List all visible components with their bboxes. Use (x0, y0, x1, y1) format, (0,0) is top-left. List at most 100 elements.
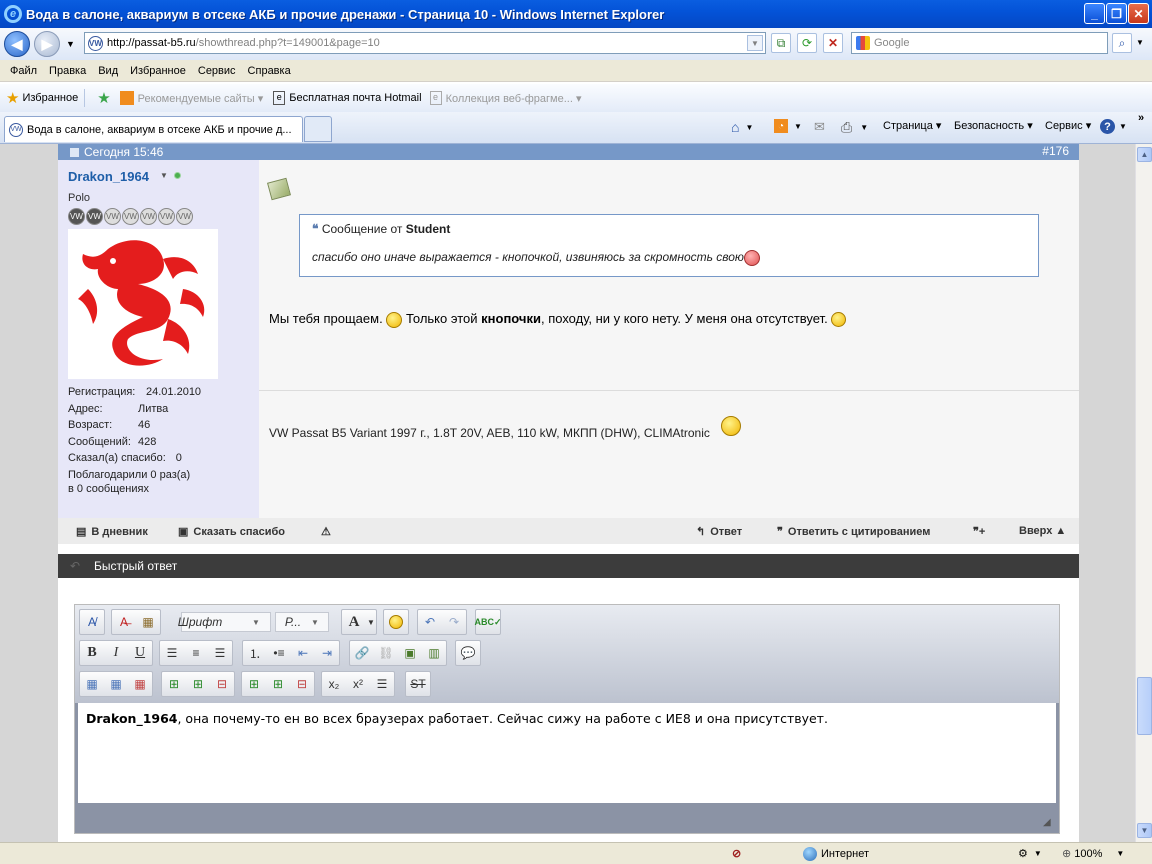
home-button[interactable]: ⌂ ▼ (731, 119, 753, 135)
help-icon: ? (1100, 119, 1115, 134)
clear-format-icon[interactable]: A̶ (112, 611, 136, 633)
search-input[interactable]: Google (851, 32, 1108, 54)
tab-active[interactable]: VW Вода в салоне, аквариум в отсеке АКБ … (4, 116, 303, 142)
vertical-scrollbar[interactable]: ▲ ▼ (1135, 144, 1152, 842)
insert-video-icon[interactable]: ▥ (422, 642, 446, 664)
insert-column-after-icon[interactable]: ⊞ (266, 673, 290, 695)
protected-mode-icon[interactable]: ⚙ ▼ (1018, 847, 1042, 860)
chevron-down-icon[interactable]: ▼ (366, 611, 376, 633)
scroll-thumb[interactable] (1137, 677, 1152, 735)
page-menu[interactable]: Страница ▾ (883, 119, 941, 132)
maximize-button[interactable]: ❐ (1106, 3, 1127, 24)
compatibility-view-icon[interactable]: ⧉ (771, 33, 791, 53)
webslice-gallery-link[interactable]: e Коллекция веб-фрагме... ▾ (429, 91, 581, 105)
feeds-button[interactable]: ◔ ▼ (774, 119, 802, 133)
forward-button[interactable]: ▶ (34, 31, 60, 57)
say-thanks-button[interactable]: ▣ Сказать спасибо (178, 525, 285, 539)
post-number-link[interactable]: #176 (1042, 144, 1069, 158)
zoom-control[interactable]: ⊕ 100% ▼ (1062, 847, 1124, 861)
favorites-button[interactable]: ★ Избранное (6, 89, 78, 107)
hotmail-link[interactable]: e Бесплатная почта Hotmail (273, 91, 422, 105)
recent-pages-dropdown-icon[interactable]: ▼ (66, 39, 75, 49)
bold-icon[interactable]: B (80, 642, 104, 664)
reply-with-quote-button[interactable]: ❞ Ответить с цитированием (777, 525, 930, 539)
ordered-list-icon[interactable]: ⒈ (243, 642, 267, 664)
insert-quote-icon[interactable]: 💬 (456, 642, 480, 664)
scroll-down-icon[interactable]: ▼ (1137, 823, 1152, 838)
address-dropdown-icon[interactable]: ▼ (747, 35, 763, 51)
search-go-icon[interactable]: ⌕ (1112, 33, 1132, 53)
delete-row-icon[interactable]: ⊟ (210, 673, 234, 695)
user-menu-dropdown-icon[interactable]: ▼ (160, 171, 168, 180)
insert-link-icon[interactable]: 🔗 (350, 642, 374, 664)
spellcheck-icon[interactable]: ABC✓ (474, 611, 501, 633)
align-center-icon[interactable]: ≡ (184, 642, 208, 664)
menu-edit[interactable]: Правка (43, 65, 92, 77)
unordered-list-icon[interactable]: •≡ (267, 642, 291, 664)
insert-row-before-icon[interactable]: ⊞ (162, 673, 186, 695)
privacy-icon[interactable]: ⊘ (732, 847, 741, 860)
print-button[interactable]: ⎙ ▼ (841, 119, 868, 136)
font-select[interactable]: Шрифт ▼ (178, 612, 271, 632)
menu-file[interactable]: Файл (4, 65, 43, 77)
address-input[interactable]: VW http://passat-b5.ru/showthread.php?t=… (84, 32, 766, 54)
stop-icon[interactable]: ✕ (823, 33, 843, 53)
chevron-more-icon[interactable]: » (1138, 112, 1144, 124)
resize-handle-icon[interactable]: ◢ (1043, 817, 1055, 829)
menu-view[interactable]: Вид (92, 65, 124, 77)
refresh-icon[interactable]: ⟳ (797, 33, 817, 53)
reply-button[interactable]: ↰ Ответ (696, 525, 742, 539)
reply-textarea[interactable]: Drakon_1964, она почему-то ен во всех бр… (78, 703, 1056, 803)
toolbar-group: A̸ (79, 609, 105, 635)
new-tab-button[interactable] (304, 116, 332, 142)
help-button[interactable]: ? ▼ (1100, 119, 1127, 134)
menu-tools[interactable]: Сервис (192, 65, 242, 77)
delete-column-icon[interactable]: ⊟ (290, 673, 314, 695)
back-button[interactable]: ◀ (4, 31, 30, 57)
horizontal-rule-icon[interactable]: ☰ (370, 673, 394, 695)
report-post-button[interactable]: ⚠ (321, 525, 336, 538)
underline-icon[interactable]: U (128, 642, 152, 664)
tools-menu[interactable]: Сервис ▾ (1045, 119, 1091, 132)
avatar[interactable] (68, 229, 218, 379)
table-properties-icon[interactable]: ▦ (104, 673, 128, 695)
insert-table-icon[interactable]: ▦ (80, 673, 104, 695)
add-to-diary-button[interactable]: ▤ В дневник (76, 525, 148, 539)
suggested-sites-link[interactable]: Рекомендуемые сайты ▾ (119, 91, 263, 105)
text-color-icon[interactable]: A (342, 611, 366, 633)
toolbar-group: ABC✓ (474, 609, 502, 635)
align-right-icon[interactable]: ☰ (208, 642, 232, 664)
search-options-icon[interactable]: ▼ (1136, 38, 1144, 47)
insert-row-after-icon[interactable]: ⊞ (186, 673, 210, 695)
paste-icon[interactable]: ▦ (136, 611, 160, 633)
insert-column-before-icon[interactable]: ⊞ (242, 673, 266, 695)
menu-favorites[interactable]: Избранное (124, 65, 192, 77)
italic-icon[interactable]: I (104, 642, 128, 664)
redo-icon[interactable]: ↷ (442, 611, 466, 633)
strikethrough-icon[interactable]: ST (406, 673, 430, 695)
username-link[interactable]: Drakon_1964 (68, 169, 149, 184)
quote-text: спасибо оно иначе выражается - кнопочкой… (312, 250, 760, 266)
superscript-icon[interactable]: x² (346, 673, 370, 695)
back-to-top-button[interactable]: Вверх ▲ (1019, 525, 1066, 537)
smilies-icon[interactable] (384, 611, 408, 633)
size-select[interactable]: Р... ▼ (275, 612, 329, 632)
insert-image-icon[interactable]: ▣ (398, 642, 422, 664)
delete-table-icon[interactable]: ▦ (128, 673, 152, 695)
unlink-icon[interactable]: ⛓ (374, 642, 398, 664)
subscript-icon[interactable]: x₂ (322, 673, 346, 695)
read-mail-button[interactable]: ✉ (814, 119, 825, 135)
scroll-up-icon[interactable]: ▲ (1137, 147, 1152, 162)
multi-quote-button[interactable]: ❞+ (973, 525, 990, 538)
align-left-icon[interactable]: ☰ (160, 642, 184, 664)
remove-format-icon[interactable]: A̸ (80, 611, 104, 633)
security-menu[interactable]: Безопасность ▾ (954, 119, 1033, 132)
add-to-favorites-bar-button[interactable]: ★ (97, 89, 113, 107)
close-button[interactable]: ✕ (1128, 3, 1149, 24)
menu-help[interactable]: Справка (242, 65, 297, 77)
quote-reply-icon: ❞ (777, 526, 783, 538)
outdent-icon[interactable]: ⇤ (291, 642, 315, 664)
indent-icon[interactable]: ⇥ (315, 642, 339, 664)
undo-icon[interactable]: ↶ (418, 611, 442, 633)
minimize-button[interactable]: _ (1084, 3, 1105, 24)
